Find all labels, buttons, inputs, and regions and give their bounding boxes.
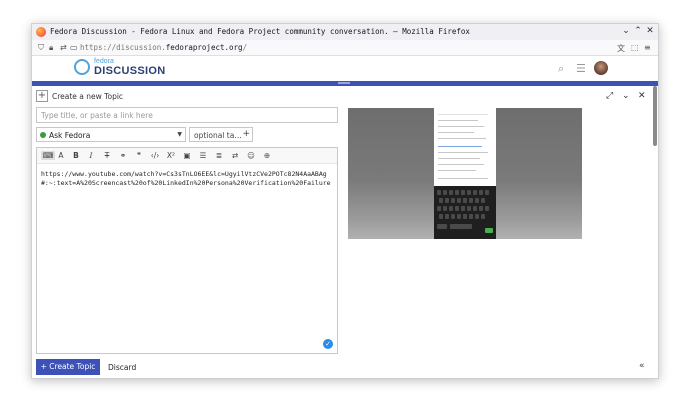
page-icon: ▭ bbox=[70, 43, 78, 52]
scrollbar[interactable] bbox=[653, 86, 657, 146]
minimize-icon[interactable]: ⌄ bbox=[620, 26, 632, 36]
category-label: Ask Fedora bbox=[49, 131, 91, 140]
url-bar[interactable]: ⛉ 🔒︎ ⇄ ▭ https://discussion.fedoraprojec… bbox=[32, 40, 658, 56]
maximize-icon[interactable]: ⌃ bbox=[632, 26, 644, 36]
composer-footer: + Create Topic Discard « bbox=[32, 357, 658, 378]
translate-icon[interactable]: 文 bbox=[617, 43, 625, 54]
hamburger-icon[interactable]: ☰ bbox=[576, 62, 586, 75]
bullet-list-icon[interactable]: ☰ bbox=[197, 151, 209, 160]
permissions-icon[interactable]: ⇄ bbox=[60, 43, 67, 52]
plus-icon: + bbox=[36, 90, 48, 102]
site-header: fedora DISCUSSION ⌕ ☰ bbox=[32, 57, 658, 81]
editor[interactable]: ⌨ A B I T ⚭ ❞ ‹/› X² ▣ ☰ ≣ ⇄ ☺ ⊕ https:/… bbox=[36, 147, 338, 354]
phone-screenshot bbox=[434, 108, 496, 239]
firefox-icon bbox=[36, 27, 46, 37]
category-select[interactable]: Ask Fedora ▼ bbox=[36, 127, 186, 142]
caret-down-icon: ▼ bbox=[177, 131, 182, 138]
editor-body-text[interactable]: https://www.youtube.com/watch?v=Cs3sTnLO… bbox=[41, 170, 331, 187]
indent-icon[interactable]: ⇄ bbox=[229, 151, 241, 160]
composer-action-label: Create a new Topic bbox=[52, 92, 124, 101]
link-icon[interactable]: ⚭ bbox=[117, 151, 129, 160]
code-icon[interactable]: ‹/› bbox=[149, 151, 161, 160]
checkmark-icon: ✓ bbox=[323, 339, 333, 349]
image-icon[interactable]: ▣ bbox=[181, 151, 193, 160]
collapse-preview-icon[interactable]: « bbox=[639, 361, 645, 371]
markdown-toggle-icon[interactable]: ⌨ bbox=[41, 151, 55, 160]
bold-icon[interactable]: B bbox=[70, 151, 82, 160]
fedora-logo-icon[interactable] bbox=[74, 59, 90, 75]
title-bar: Fedora Discussion - Fedora Linux and Fed… bbox=[32, 24, 658, 40]
close-composer-icon[interactable]: ✕ bbox=[638, 91, 646, 101]
logo-fedora-text[interactable]: fedora bbox=[94, 58, 114, 65]
user-avatar[interactable] bbox=[594, 61, 608, 75]
url-text[interactable]: https://discussion.fedoraproject.org/ bbox=[80, 43, 247, 52]
extensions-icon[interactable]: ⬚ bbox=[631, 43, 639, 52]
lock-icon[interactable]: 🔒︎ bbox=[49, 43, 53, 53]
composer-header: + Create a new Topic ⤢ ⌄ ✕ bbox=[32, 86, 658, 106]
more-options-icon[interactable]: ⊕ bbox=[261, 151, 273, 160]
close-window-icon[interactable]: ✕ bbox=[644, 26, 656, 36]
search-icon[interactable]: ⌕ bbox=[558, 62, 564, 76]
menu-icon[interactable]: ≡ bbox=[644, 43, 651, 52]
minimize-composer-icon[interactable]: ⌄ bbox=[622, 91, 630, 101]
logo-discussion-text[interactable]: DISCUSSION bbox=[94, 65, 165, 77]
numbered-list-icon[interactable]: ≣ bbox=[213, 151, 225, 160]
italic-icon[interactable]: I bbox=[85, 151, 97, 160]
quote-icon[interactable]: ❞ bbox=[133, 151, 145, 160]
tags-placeholder: optional ta… bbox=[194, 131, 242, 140]
create-topic-button[interactable]: + Create Topic bbox=[36, 359, 100, 375]
superscript-icon[interactable]: X² bbox=[165, 151, 177, 160]
emoji-icon[interactable]: ☺ bbox=[245, 151, 257, 160]
add-tag-icon[interactable]: + bbox=[242, 129, 250, 139]
browser-window: Fedora Discussion - Fedora Linux and Fed… bbox=[31, 23, 659, 379]
preview-image bbox=[348, 108, 582, 239]
tags-select[interactable]: optional ta… + bbox=[189, 127, 253, 142]
category-color-icon bbox=[40, 132, 46, 138]
font-icon[interactable]: A bbox=[55, 151, 67, 160]
editor-toolbar: ⌨ A B I T ⚭ ❞ ‹/› X² ▣ ☰ ≣ ⇄ ☺ ⊕ bbox=[37, 148, 337, 164]
shield-icon[interactable]: ⛉ bbox=[38, 43, 44, 53]
strikethrough-icon[interactable]: T bbox=[101, 151, 113, 160]
fullscreen-icon[interactable]: ⤢ bbox=[606, 91, 613, 101]
discard-link[interactable]: Discard bbox=[108, 363, 136, 372]
window-title: Fedora Discussion - Fedora Linux and Fed… bbox=[50, 27, 470, 36]
topic-title-input[interactable]: Type title, or paste a link here bbox=[36, 107, 338, 123]
